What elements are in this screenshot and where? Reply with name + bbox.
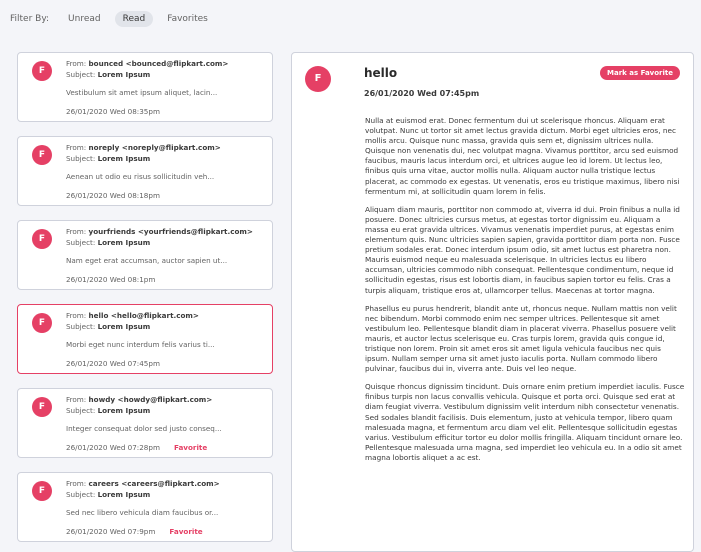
body-paragraph: Nulla at euismod erat. Donec fermentum d… [365,116,680,196]
filter-unread-button[interactable]: Unread [60,11,109,27]
email-date: 26/01/2020 Wed 08:18pm [66,191,160,200]
from-label: From: [66,311,87,320]
from-label: From: [66,59,87,68]
avatar: F [32,61,52,81]
subject: Lorem Ipsum [97,154,151,163]
subject-label: Subject: [66,154,96,163]
subject: Lorem Ipsum [97,490,151,499]
email-preview: Vestibulum sit amet ipsum aliquet, lacin… [66,88,218,97]
email-date: 26/01/2020 Wed 08:1pm [66,275,156,284]
avatar: F [32,145,52,165]
email-preview: Nam eget erat accumsan, auctor sapien ut… [66,256,228,265]
email-date: 26/01/2020 Wed 07:9pm [66,527,156,536]
subject: Lorem Ipsum [97,238,151,247]
avatar: F [32,313,52,333]
filter-read-button[interactable]: Read [114,11,154,27]
email-card-selected[interactable]: F From: hello <hello@flipkart.com> Subje… [17,304,273,374]
from-label: From: [66,479,87,488]
filter-favorites-button[interactable]: Favorites [159,11,216,27]
mark-favorite-button[interactable]: Mark as Favorite [600,66,680,80]
avatar: F [305,66,331,92]
email-preview: Sed nec libero vehicula diam faucibus or… [66,508,219,517]
email-body: Nulla at euismod erat. Donec fermentum d… [365,116,685,471]
filter-bar: Filter By: Unread Read Favorites [10,9,222,29]
email-title: hello [364,66,398,80]
email-detail-panel: F hello 26/01/2020 Wed 07:45pm Mark as F… [291,52,694,552]
subject: Lorem Ipsum [97,406,151,415]
subject-label: Subject: [66,406,96,415]
from-label: From: [66,395,87,404]
avatar: F [32,397,52,417]
email-preview: Integer consequat dolor sed justo conseq… [66,424,222,433]
email-preview: Aenean ut odio eu risus sollicitudin veh… [66,172,215,181]
email-date: 26/01/2020 Wed 07:45pm [364,89,480,98]
subject-label: Subject: [66,490,96,499]
email-card[interactable]: F From: noreply <noreply@flipkart.com> S… [17,136,273,206]
sender: hello <hello@flipkart.com> [88,311,199,320]
from-label: From: [66,143,87,152]
avatar: F [32,481,52,501]
filter-label: Filter By: [10,14,50,24]
sender: noreply <noreply@flipkart.com> [88,143,221,152]
subject-label: Subject: [66,322,96,331]
subject: Lorem Ipsum [97,322,151,331]
sender: howdy <howdy@flipkart.com> [88,395,213,404]
favorite-label: Favorite [173,443,208,452]
sender: careers <careers@flipkart.com> [88,479,220,488]
email-card[interactable]: F From: bounced <bounced@flipkart.com> S… [17,52,273,122]
favorite-label: Favorite [169,527,203,536]
sender: yourfriends <yourfriends@flipkart.com> [88,227,253,236]
subject-label: Subject: [66,70,96,79]
sender: bounced <bounced@flipkart.com> [88,59,229,68]
email-preview: Morbi eget nunc interdum felis varius ti… [66,340,215,349]
body-paragraph: Aliquam diam mauris, porttitor non commo… [365,204,680,295]
subject: Lorem Ipsum [97,70,151,79]
email-date: 26/01/2020 Wed 08:35pm [66,107,160,116]
subject-label: Subject: [66,238,96,247]
email-date: 26/01/2020 Wed 07:28pm [66,443,160,452]
avatar: F [32,229,52,249]
body-paragraph: Quisque rhoncus dignissim tincidunt. Dui… [365,382,685,462]
email-card[interactable]: F From: howdy <howdy@flipkart.com> Subje… [17,388,273,458]
body-paragraph: Phasellus eu purus hendrerit, blandit an… [365,303,677,374]
email-card[interactable]: F From: yourfriends <yourfriends@flipkar… [17,220,273,290]
email-date: 26/01/2020 Wed 07:45pm [66,359,160,368]
from-label: From: [66,227,87,236]
email-card[interactable]: F From: careers <careers@flipkart.com> S… [17,472,273,542]
